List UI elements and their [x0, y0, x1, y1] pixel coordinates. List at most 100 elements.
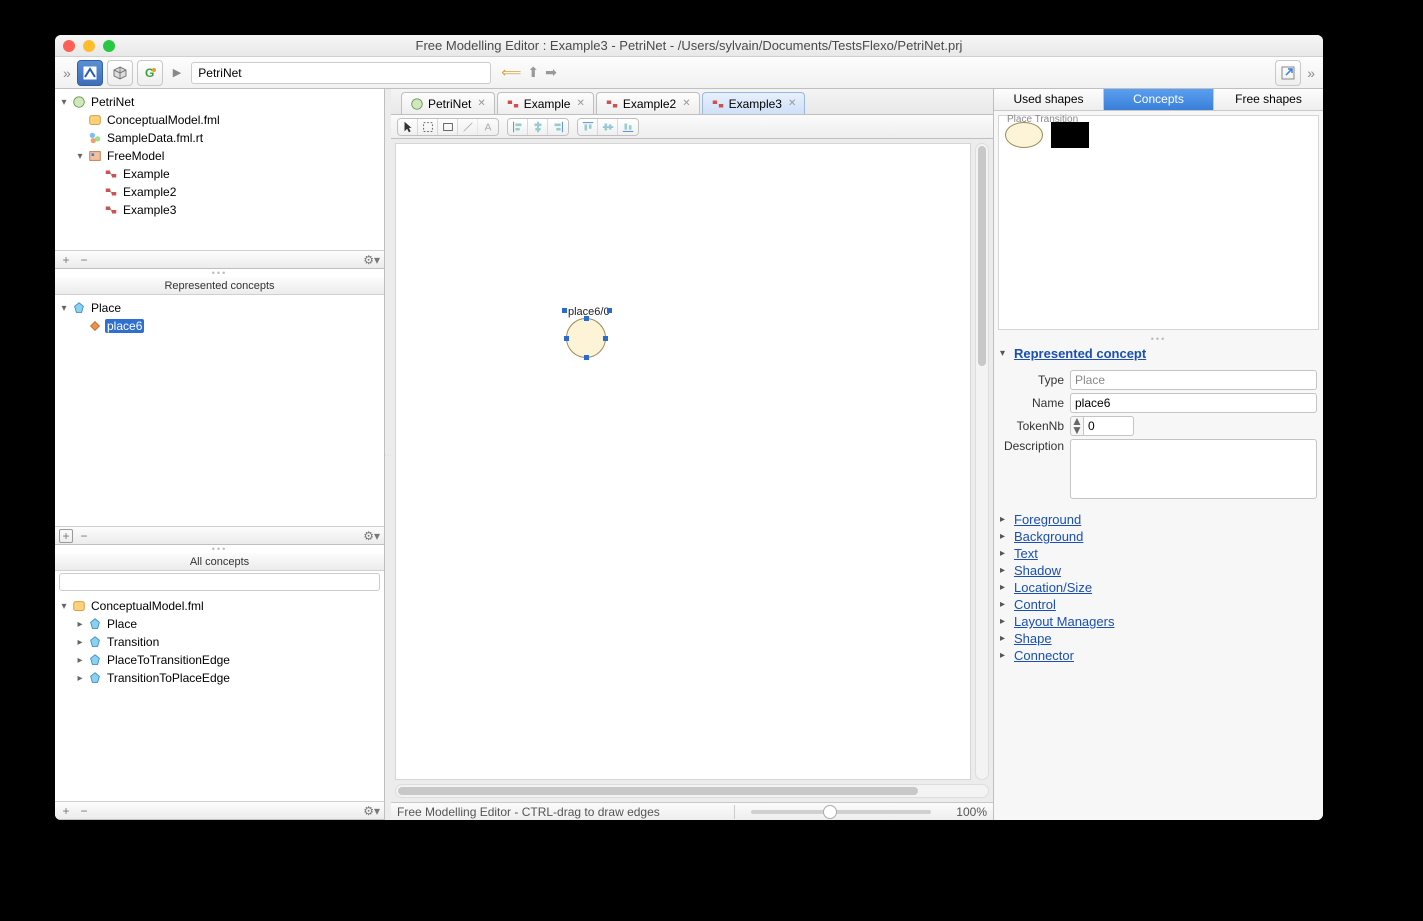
- tab-petrinet[interactable]: PetriNet✕: [401, 92, 495, 114]
- drag-handle[interactable]: •••: [55, 545, 384, 553]
- tree-row[interactable]: Example: [55, 165, 384, 183]
- canvas-node-place6[interactable]: place6/0: [566, 304, 608, 358]
- place-shape[interactable]: [566, 318, 606, 358]
- disclosure-icon[interactable]: ▸: [75, 637, 85, 648]
- disclosure-icon[interactable]: ▾: [59, 97, 69, 108]
- section-background[interactable]: ▸Background: [1000, 529, 1317, 544]
- token-field[interactable]: [1084, 416, 1134, 436]
- disclosure-icon[interactable]: ▾: [59, 303, 69, 314]
- breadcrumb-input[interactable]: [191, 62, 491, 84]
- gear-icon[interactable]: ⚙︎▾: [363, 529, 380, 543]
- drag-handle[interactable]: •••: [55, 269, 384, 277]
- zoom-slider[interactable]: [751, 810, 931, 814]
- section-text[interactable]: ▸Text: [1000, 546, 1317, 561]
- scrollbar-thumb[interactable]: [978, 146, 986, 366]
- section-link[interactable]: Text: [1014, 546, 1038, 561]
- tree-row[interactable]: ▸TransitionToPlaceEdge: [55, 669, 384, 687]
- label-handle[interactable]: [562, 308, 567, 313]
- perspective-gina-button[interactable]: G: [137, 60, 163, 86]
- line-tool[interactable]: [458, 119, 478, 135]
- token-stepper[interactable]: ▲▼: [1070, 416, 1134, 436]
- add-button[interactable]: +: [59, 253, 73, 267]
- section-link[interactable]: Represented concept: [1014, 346, 1146, 361]
- tab-used-shapes[interactable]: Used shapes: [994, 89, 1104, 110]
- stepper-down-icon[interactable]: ▼: [1071, 426, 1083, 435]
- tab-concepts[interactable]: Concepts: [1104, 89, 1214, 110]
- align-left-button[interactable]: [508, 119, 528, 135]
- tree-row[interactable]: Example3: [55, 201, 384, 219]
- section-link[interactable]: Control: [1014, 597, 1056, 612]
- disclosure-icon[interactable]: ▸: [75, 619, 85, 630]
- section-connector[interactable]: ▸Connector: [1000, 648, 1317, 663]
- name-field[interactable]: [1070, 393, 1317, 413]
- tab-free-shapes[interactable]: Free shapes: [1214, 89, 1323, 110]
- disclosure-icon[interactable]: ▸: [75, 655, 85, 666]
- label-handle[interactable]: [607, 308, 612, 313]
- minimize-window-button[interactable]: [83, 40, 95, 52]
- close-window-button[interactable]: [63, 40, 75, 52]
- section-link[interactable]: Background: [1014, 529, 1083, 544]
- pointer-tool[interactable]: [398, 119, 418, 135]
- zoom-window-button[interactable]: [103, 40, 115, 52]
- tab-example3[interactable]: Example3✕: [702, 92, 806, 114]
- stepper-buttons[interactable]: ▲▼: [1070, 416, 1084, 436]
- disclosure-icon[interactable]: ▸: [75, 673, 85, 684]
- perspective-modelling-button[interactable]: [77, 60, 103, 86]
- toolbar-expand-right-icon[interactable]: »: [1305, 65, 1317, 81]
- tree-row[interactable]: ▸Transition: [55, 633, 384, 651]
- section-foreground[interactable]: ▸Foreground: [1000, 512, 1317, 527]
- section-layout-managers[interactable]: ▸Layout Managers: [1000, 614, 1317, 629]
- horizontal-scrollbar[interactable]: [395, 784, 989, 798]
- resize-handle[interactable]: [584, 355, 589, 360]
- nav-back-button[interactable]: ⟸: [501, 64, 521, 81]
- all-concepts-tree[interactable]: ▾ConceptualModel.fml ▸Place ▸Transition …: [55, 593, 384, 691]
- tree-row[interactable]: ▸Place: [55, 615, 384, 633]
- align-bottom-button[interactable]: [618, 119, 638, 135]
- tree-row[interactable]: ▾Place: [55, 299, 384, 317]
- section-link[interactable]: Location/Size: [1014, 580, 1092, 595]
- resize-handle[interactable]: [603, 336, 608, 341]
- close-icon[interactable]: ✕: [576, 98, 584, 109]
- section-represented-concept[interactable]: ▾Represented concept: [1000, 346, 1317, 361]
- vertical-scrollbar[interactable]: [975, 143, 989, 780]
- section-link[interactable]: Foreground: [1014, 512, 1081, 527]
- palette-transition-shape[interactable]: [1051, 122, 1089, 148]
- text-tool[interactable]: A: [478, 119, 498, 135]
- remove-button[interactable]: −: [77, 253, 91, 267]
- palette-place-shape[interactable]: [1005, 122, 1043, 148]
- add-button[interactable]: +: [59, 529, 73, 543]
- section-link[interactable]: Layout Managers: [1014, 614, 1114, 629]
- tree-row[interactable]: ConceptualModel.fml: [55, 111, 384, 129]
- close-icon[interactable]: ✕: [788, 98, 796, 109]
- gear-icon[interactable]: ⚙︎▾: [363, 253, 380, 267]
- tree-row[interactable]: Example2: [55, 183, 384, 201]
- represented-concepts-tree[interactable]: ▾Place place6: [55, 295, 384, 339]
- nav-up-button[interactable]: ⬆: [527, 64, 539, 81]
- add-button[interactable]: +: [59, 804, 73, 818]
- align-top-button[interactable]: [578, 119, 598, 135]
- section-shadow[interactable]: ▸Shadow: [1000, 563, 1317, 578]
- tree-row[interactable]: ▾ConceptualModel.fml: [55, 597, 384, 615]
- gear-icon[interactable]: ⚙︎▾: [363, 804, 380, 818]
- section-control[interactable]: ▸Control: [1000, 597, 1317, 612]
- diagram-canvas[interactable]: place6/0: [395, 143, 971, 780]
- concepts-search-input[interactable]: [59, 573, 380, 591]
- section-link[interactable]: Shape: [1014, 631, 1052, 646]
- resize-handle[interactable]: [564, 336, 569, 341]
- tree-row-selected[interactable]: place6: [55, 317, 384, 335]
- scrollbar-thumb[interactable]: [398, 787, 918, 795]
- close-icon[interactable]: ✕: [682, 98, 690, 109]
- tab-example2[interactable]: Example2✕: [596, 92, 700, 114]
- toolbar-expand-left-icon[interactable]: »: [61, 65, 73, 81]
- tree-row-root[interactable]: ▾ PetriNet: [55, 93, 384, 111]
- description-field[interactable]: [1070, 439, 1317, 499]
- project-tree[interactable]: ▾ PetriNet ConceptualModel.fml SampleDat…: [55, 89, 384, 223]
- toolbar-external-button[interactable]: [1275, 60, 1301, 86]
- perspective-3d-button[interactable]: [107, 60, 133, 86]
- nav-forward-button[interactable]: ➡: [545, 64, 557, 81]
- align-center-button[interactable]: [528, 119, 548, 135]
- align-right-button[interactable]: [548, 119, 568, 135]
- drag-handle[interactable]: •••: [994, 334, 1323, 342]
- section-link[interactable]: Connector: [1014, 648, 1074, 663]
- slider-knob[interactable]: [823, 805, 837, 819]
